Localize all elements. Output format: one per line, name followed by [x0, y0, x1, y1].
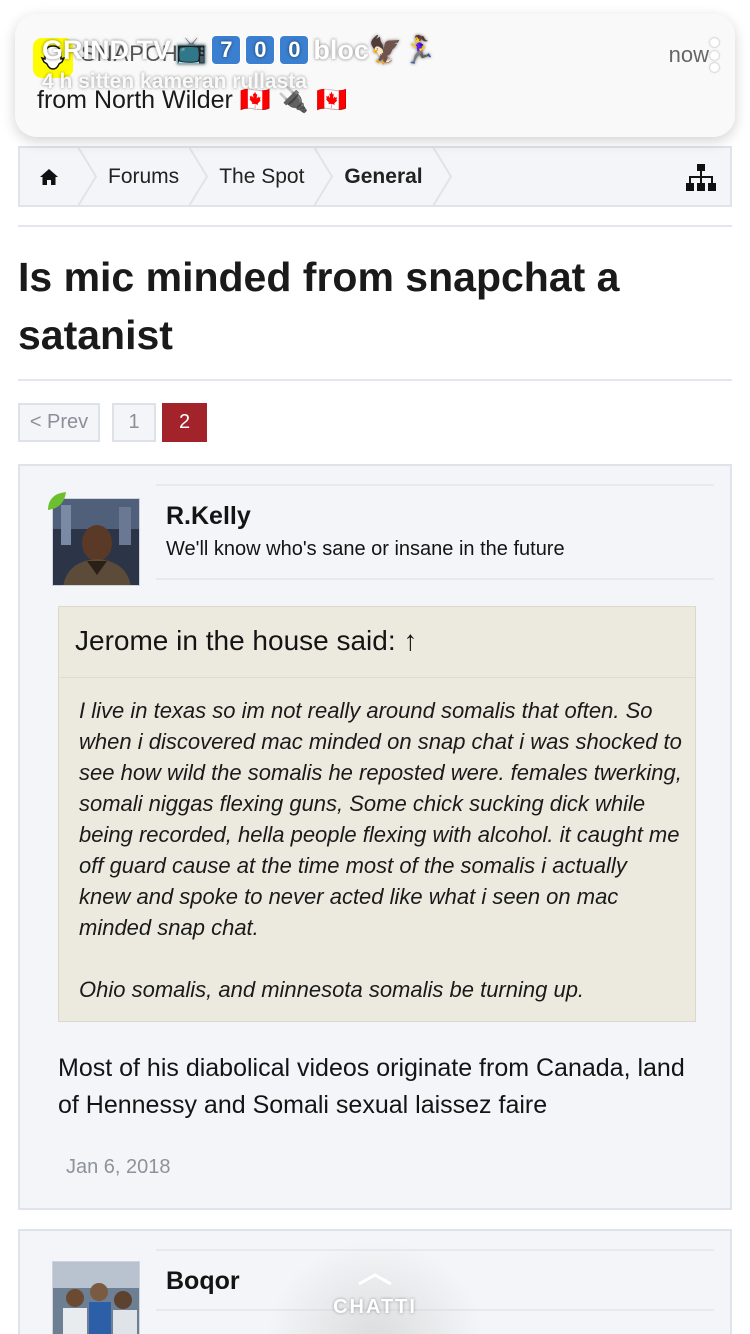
breadcrumb-separator [314, 147, 334, 206]
overlay-suffix: bloc🦅🏃‍♀️ [313, 35, 437, 65]
divider [156, 1249, 714, 1251]
overlay-title: GRIND TV [42, 34, 172, 65]
overlay-key: 0 [245, 35, 276, 65]
breadcrumb-separator [78, 147, 98, 206]
quote-paragraph: Ohio somalis, and minnesota somalis be t… [79, 977, 585, 1002]
overlay-key: 0 [279, 35, 310, 65]
quote-paragraph: I live in texas so im not really around … [79, 698, 682, 940]
breadcrumb: Forums The Spot General [18, 146, 732, 207]
breadcrumb-home[interactable] [20, 148, 78, 205]
avatar[interactable] [52, 1261, 140, 1334]
more-options-icon[interactable] [709, 38, 719, 72]
chat-label: CHATTI [333, 1296, 417, 1318]
post-message: Most of his diabolical videos originate … [58, 1054, 685, 1119]
leaf-icon [48, 492, 66, 510]
quote-body: I live in texas so im not really around … [79, 695, 683, 1005]
tv-icon: 📺 [175, 34, 208, 65]
post-username[interactable]: R.Kelly [166, 502, 251, 531]
avatar-photo [53, 499, 139, 585]
pagination-prev-button[interactable]: < Prev [18, 403, 100, 442]
thread-title: Is mic minded from snapchat a satanist [18, 254, 620, 358]
post-username[interactable]: Boqor [166, 1267, 240, 1296]
pagination-page-1[interactable]: 1 [112, 403, 156, 442]
divider [59, 677, 695, 678]
notification-banner[interactable]: SNAPCHAT now from North Wilder 🇨🇦 🔌 🇨🇦 G… [15, 14, 735, 137]
breadcrumb-item-general[interactable]: General [334, 148, 432, 205]
divider [18, 379, 732, 381]
breadcrumb-item-the-spot[interactable]: The Spot [209, 148, 314, 205]
divider [18, 225, 732, 227]
quote-block: Jerome in the house said: ↑ I live in te… [58, 606, 696, 1022]
post-date[interactable]: Jan 6, 2018 [66, 1156, 171, 1179]
avatar-photo [53, 1262, 139, 1334]
pagination: < Prev 1 2 [18, 403, 207, 442]
sitemap-icon[interactable] [686, 164, 716, 192]
breadcrumb-separator [189, 147, 209, 206]
pagination-page-current[interactable]: 2 [162, 403, 207, 442]
chevron-up-icon [358, 1273, 392, 1286]
notification-time: now [668, 42, 709, 67]
post-user-title: We'll know who's sane or insane in the f… [166, 538, 565, 560]
divider [156, 484, 714, 486]
post: R.Kelly We'll know who's sane or insane … [18, 464, 732, 1210]
home-icon [40, 168, 58, 185]
overlay-key: 7 [211, 35, 242, 65]
story-overlay-text: GRIND TV 📺 7 0 0 bloc🦅🏃‍♀️ [42, 34, 436, 66]
breadcrumb-item-forums[interactable]: Forums [98, 148, 189, 205]
breadcrumb-separator [432, 147, 452, 206]
divider [156, 578, 714, 580]
overlay-subtitle: 4 h sitten kameran rullasta [42, 70, 307, 93]
quote-header[interactable]: Jerome in the house said: ↑ [75, 625, 417, 657]
